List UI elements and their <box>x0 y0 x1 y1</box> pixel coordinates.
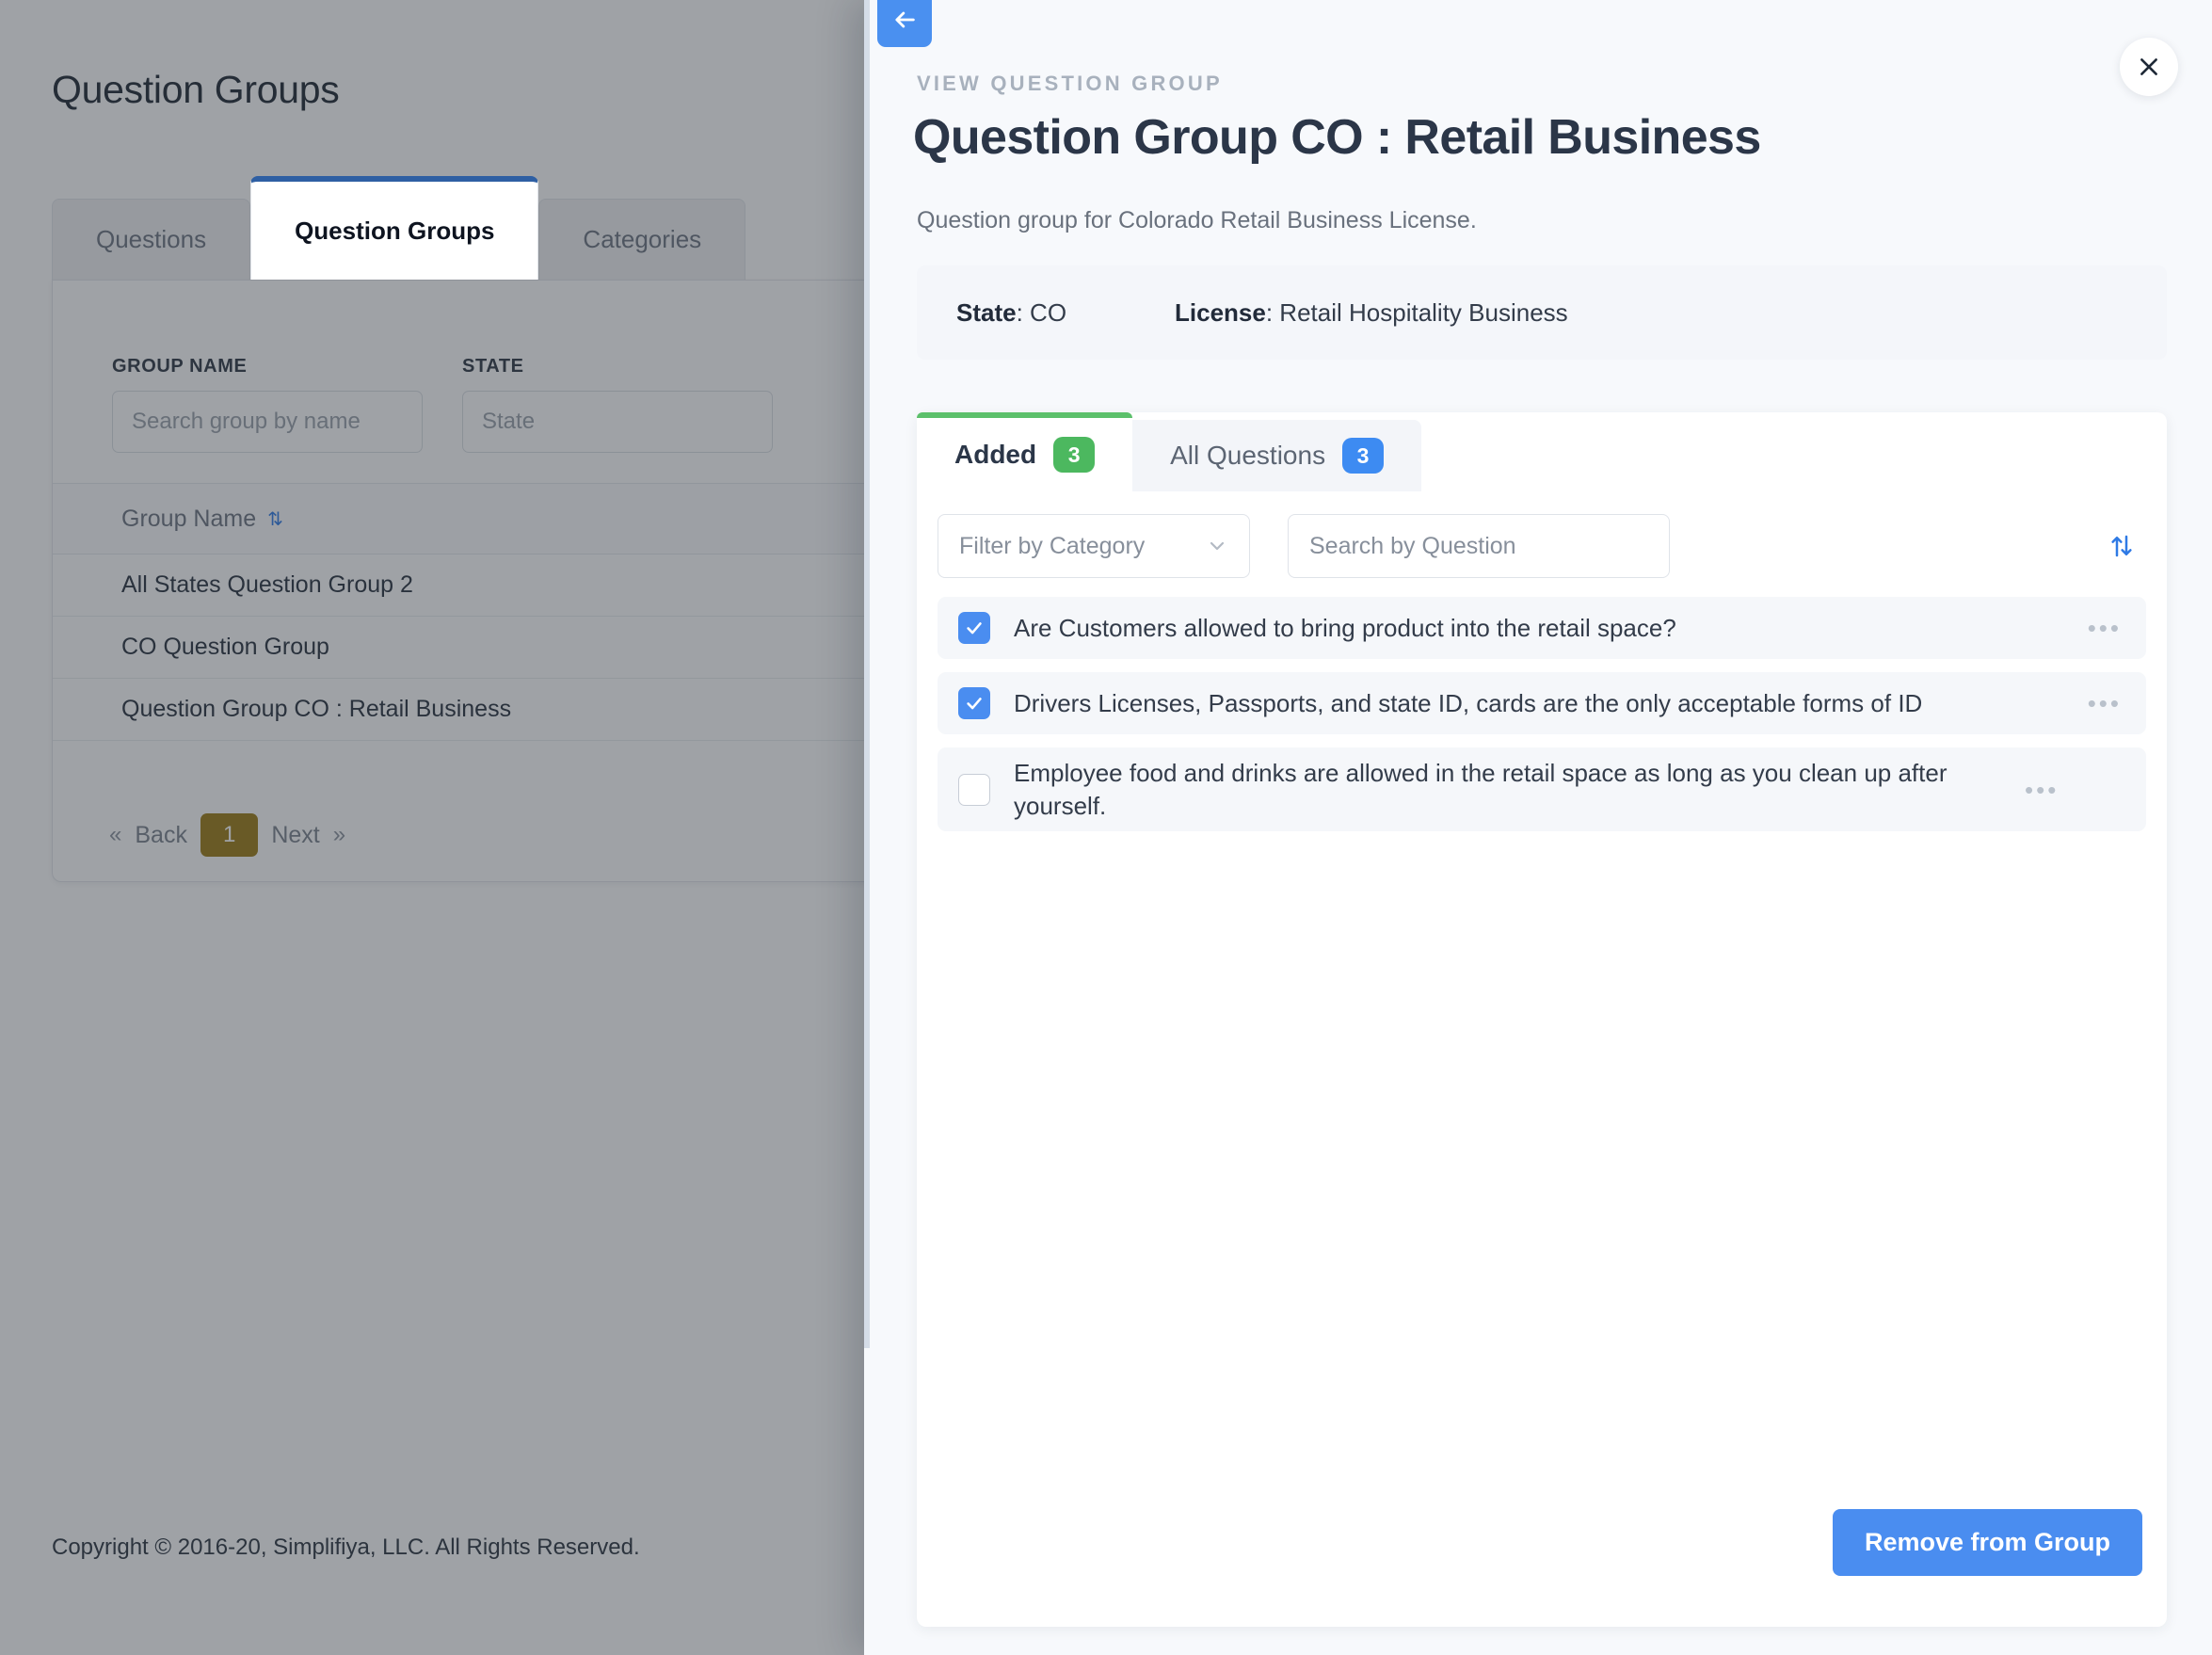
meta-state: State: CO <box>956 298 1175 328</box>
question-row[interactable]: Drivers Licenses, Passports, and state I… <box>938 672 2146 734</box>
meta-state-value: CO <box>1030 297 1067 327</box>
close-icon <box>2140 58 2157 75</box>
meta-state-label: State <box>956 297 1017 327</box>
category-filter-select[interactable]: Filter by Category <box>938 514 1250 578</box>
panel-filters: Filter by Category Search by Question <box>938 514 2146 578</box>
ellipsis-icon[interactable]: ••• <box>2088 691 2122 715</box>
tab-all-questions-count: 3 <box>1342 438 1385 474</box>
sort-updown-icon[interactable] <box>2099 523 2144 569</box>
question-row[interactable]: Are Customers allowed to bring product i… <box>938 597 2146 659</box>
meta-license-label: License <box>1175 297 1266 327</box>
question-text: Employee food and drinks are allowed in … <box>1014 759 1948 820</box>
tab-all-questions-label: All Questions <box>1170 441 1326 470</box>
view-question-group-drawer: VIEW QUESTION GROUP Question Group CO : … <box>864 0 2212 1655</box>
questions-panel: Added 3 All Questions 3 Filter by Catego… <box>917 412 2167 1627</box>
ellipsis-icon[interactable]: ••• <box>2025 778 2059 802</box>
drawer-eyebrow: VIEW QUESTION GROUP <box>917 72 1223 95</box>
meta-license: License: Retail Hospitality Business <box>1175 298 1568 328</box>
question-search-input[interactable]: Search by Question <box>1288 514 1670 578</box>
meta-license-separator: : <box>1265 297 1274 327</box>
remove-from-group-button[interactable]: Remove from Group <box>1832 1509 2142 1576</box>
question-checkbox[interactable] <box>958 773 990 806</box>
drawer-left-strip <box>864 0 870 1348</box>
meta-state-separator: : <box>1016 297 1023 327</box>
check-icon <box>967 622 982 635</box>
tab-added-count: 3 <box>1053 437 1096 473</box>
category-filter-value: Filter by Category <box>959 532 1146 559</box>
panel-tablist: Added 3 All Questions 3 <box>917 412 1422 491</box>
question-text: Are Customers allowed to bring product i… <box>1014 613 1676 642</box>
tab-all-questions[interactable]: All Questions 3 <box>1132 420 1422 491</box>
meta-license-value: Retail Hospitality Business <box>1279 297 1568 327</box>
tab-added-label: Added <box>954 440 1037 469</box>
chevron-down-icon <box>1210 541 1225 551</box>
check-icon <box>967 698 982 710</box>
questions-list: Are Customers allowed to bring product i… <box>938 597 2146 844</box>
question-checkbox[interactable] <box>958 687 990 719</box>
ellipsis-icon[interactable]: ••• <box>2088 616 2122 640</box>
arrow-left-icon <box>895 11 915 28</box>
tab-question-groups[interactable]: Question Groups <box>250 176 539 280</box>
question-checkbox[interactable] <box>958 612 990 644</box>
back-button[interactable] <box>877 0 932 47</box>
tab-added[interactable]: Added 3 <box>917 412 1133 491</box>
question-text: Drivers Licenses, Passports, and state I… <box>1014 688 1923 717</box>
drawer-subtitle: Question group for Colorado Retail Busin… <box>917 207 1477 233</box>
group-meta-box: State: CO License: Retail Hospitality Bu… <box>917 265 2167 360</box>
close-button[interactable] <box>2120 38 2178 96</box>
drawer-title: Question Group CO : Retail Business <box>913 110 1761 165</box>
question-row[interactable]: Employee food and drinks are allowed in … <box>938 747 2146 832</box>
